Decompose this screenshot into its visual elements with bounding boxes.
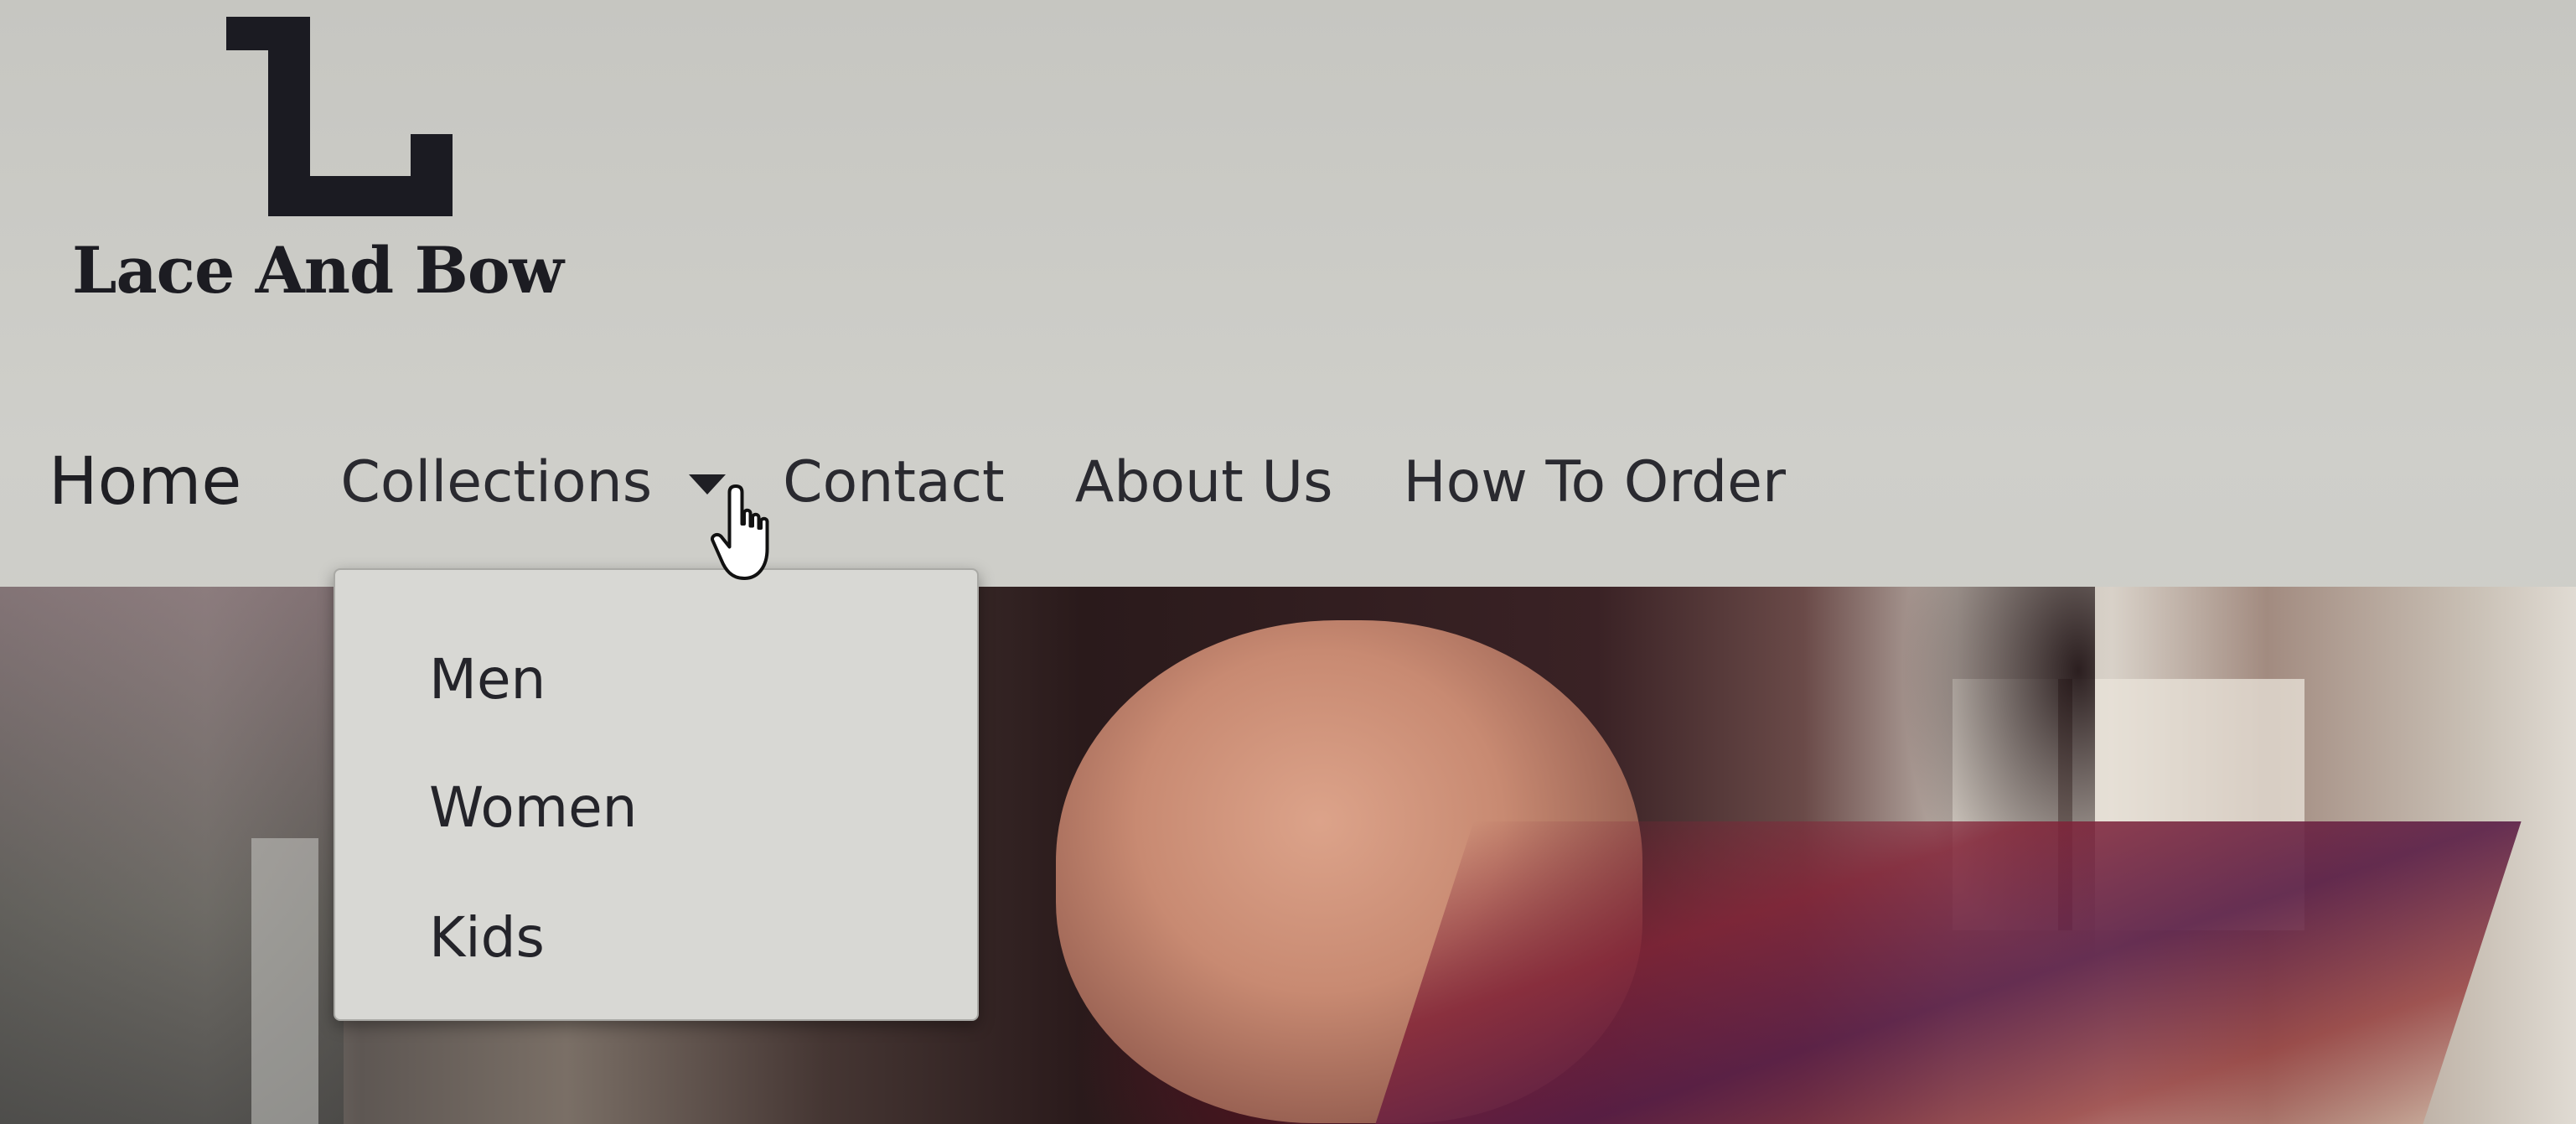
site-logo[interactable]: L Lace And Bow <box>67 17 570 319</box>
logo-letter-mark: L <box>218 17 453 216</box>
logo-letter-text: L <box>218 17 219 18</box>
nav-about-us-link[interactable]: About Us <box>1075 449 1333 515</box>
page: L Lace And Bow Home Collections Contact … <box>0 0 2576 1124</box>
dropdown-item-women[interactable]: Women <box>429 775 638 840</box>
hero-background-pillar <box>251 838 318 1124</box>
nav-contact-link[interactable]: Contact <box>783 449 1005 515</box>
dropdown-item-kids[interactable]: Kids <box>429 905 545 970</box>
hand-pointer-cursor-icon <box>711 484 769 580</box>
nav-collections-dropdown-toggle[interactable]: Collections <box>340 449 727 515</box>
main-navigation: Home Collections Contact About Us How To… <box>49 436 1786 528</box>
collections-dropdown-menu: Men Women Kids <box>334 568 979 1021</box>
brand-name: Lace And Bow <box>72 233 564 308</box>
nav-home-link[interactable]: Home <box>49 444 241 520</box>
hero-model-scarf <box>1375 821 2522 1124</box>
nav-how-to-order-link[interactable]: How To Order <box>1404 449 1786 515</box>
dropdown-item-men[interactable]: Men <box>429 647 546 712</box>
nav-collections-link[interactable]: Collections <box>340 449 652 515</box>
